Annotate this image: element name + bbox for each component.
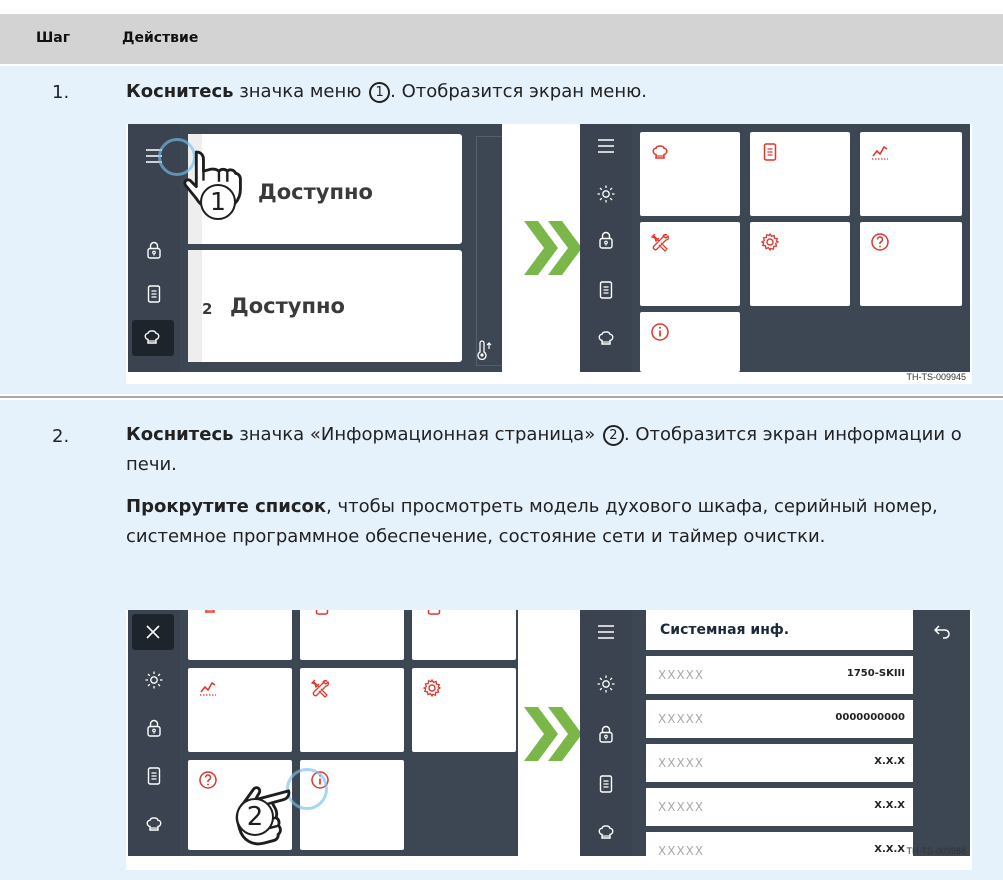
oven-menu-screen	[580, 124, 970, 372]
step-1-text: Коснитесь значка меню 1. Отобразится экр…	[126, 81, 648, 103]
menu-tile-charts[interactable]	[860, 132, 962, 216]
info-row: XXXXX X.X.X	[646, 744, 913, 782]
header-action: Действие	[122, 30, 199, 46]
menu-tile-logs[interactable]	[300, 610, 404, 660]
slot-2-number: 2	[202, 300, 213, 318]
thermometer-icon[interactable]	[468, 332, 498, 368]
brightness-icon[interactable]	[580, 666, 632, 702]
figure-id: TH-TS-009988	[906, 846, 966, 856]
info-title-bar: Системная инф.	[646, 610, 913, 650]
oven-home-screen: Доступно 2 Доступно 1	[128, 124, 502, 372]
gear-icon	[423, 679, 441, 697]
menu-tile-settings[interactable]	[412, 668, 516, 752]
document-icon[interactable]	[580, 766, 632, 802]
menu-tile-logs[interactable]	[750, 132, 850, 216]
menu-icon[interactable]	[580, 614, 632, 650]
document-icon[interactable]	[128, 758, 180, 794]
emphasis: Коснитесь	[126, 424, 234, 445]
chef-hat-icon	[652, 145, 668, 159]
header-step: Шаг	[36, 30, 71, 46]
step-1-figure: Доступно 2 Доступно 1 TH-TS-009945	[126, 124, 972, 384]
menu-tile-charts-2[interactable]	[188, 668, 292, 752]
chef-hat-icon[interactable]	[580, 814, 632, 850]
step-number: 2.	[52, 426, 70, 447]
document-icon[interactable]	[128, 276, 180, 312]
slot-1-status: Доступно	[258, 180, 373, 204]
help-icon	[199, 771, 217, 789]
info-icon	[651, 323, 669, 341]
tools-icon	[651, 233, 670, 252]
document-icon	[763, 143, 777, 161]
chef-hat-icon	[202, 610, 218, 613]
slot-card-2[interactable]: 2 Доступно	[188, 250, 462, 362]
back-arrow-icon[interactable]	[922, 614, 962, 650]
tools-icon	[311, 679, 330, 698]
marker-1: 1	[369, 82, 391, 103]
double-chevron-icon	[524, 707, 582, 761]
menu-tile-service[interactable]	[300, 668, 404, 752]
chart-icon	[871, 146, 889, 160]
step-2-text: Коснитесь значка «Информационная страниц…	[126, 424, 962, 475]
table-header: Шаг Действие	[0, 14, 1003, 64]
slot-2-status: Доступно	[230, 294, 345, 318]
chef-hat-icon[interactable]	[132, 320, 174, 356]
info-row: XXXXX X.X.X	[646, 832, 913, 856]
brightness-icon[interactable]	[128, 662, 180, 698]
menu-tile-service[interactable]	[640, 222, 740, 306]
gear-icon	[761, 233, 779, 251]
double-chevron-icon	[524, 221, 582, 275]
menu-icon[interactable]	[580, 128, 632, 164]
marker-2: 2	[602, 425, 624, 446]
step-2-figure: 2 Системная инф. XXXXX 1750-SKIII XXXXX 00…	[126, 610, 972, 870]
document-icon	[427, 610, 441, 615]
menu-tile-recipes[interactable]	[640, 132, 740, 216]
step-2-row: 2. Коснитесь значка «Информационная стра…	[0, 400, 1003, 880]
lock-icon[interactable]	[128, 710, 180, 746]
close-icon[interactable]	[132, 614, 174, 650]
document-icon	[315, 610, 329, 615]
menu-tile-charts[interactable]	[412, 610, 516, 660]
lock-icon[interactable]	[580, 716, 632, 752]
step-2-scroll-text: Прокрутите список, чтобы просмотреть мод…	[126, 496, 938, 547]
menu-tile-help[interactable]	[860, 222, 962, 306]
chart-icon	[199, 682, 217, 696]
figure-id: TH-TS-009945	[906, 372, 966, 382]
system-info-screen: Системная инф. XXXXX 1750-SKIII XXXXX 0000…	[580, 610, 970, 856]
procedure-page: Шаг Действие 1. Коснитесь значка меню 1.…	[0, 0, 1003, 880]
info-title: Системная инф.	[660, 622, 790, 638]
info-row: XXXXX 0000000000	[646, 700, 913, 738]
chef-hat-icon[interactable]	[580, 320, 632, 356]
help-icon	[871, 233, 889, 251]
chef-hat-icon[interactable]	[128, 806, 180, 842]
step-number: 1.	[52, 82, 70, 103]
lock-icon[interactable]	[580, 222, 632, 258]
menu-tile-info[interactable]	[640, 312, 740, 372]
menu-tile-recipes[interactable]	[188, 610, 292, 660]
callout-1: 1	[200, 184, 236, 220]
lock-icon[interactable]	[128, 232, 180, 268]
emphasis: Прокрутите список	[126, 496, 327, 517]
callout-2: 2	[236, 798, 274, 836]
oven-menu-screen-scrolled: 2	[128, 610, 518, 856]
menu-tile-settings[interactable]	[750, 222, 850, 306]
document-icon[interactable]	[580, 272, 632, 308]
info-row: XXXXX X.X.X	[646, 788, 913, 826]
step-1-row: 1. Коснитесь значка меню 1. Отобразится …	[0, 66, 1003, 394]
emphasis: Коснитесь	[126, 81, 234, 102]
brightness-icon[interactable]	[580, 176, 632, 212]
info-row: XXXXX 1750-SKIII	[646, 656, 913, 694]
row-divider	[0, 396, 1003, 398]
